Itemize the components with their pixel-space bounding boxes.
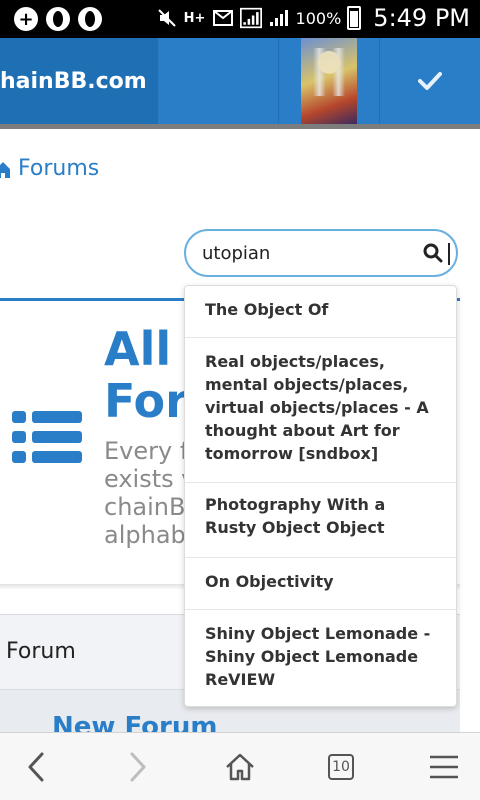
hplus-signal-icon: H+ xyxy=(183,10,206,26)
search-input[interactable] xyxy=(202,239,422,267)
chevron-left-icon xyxy=(28,752,44,782)
suggestion-item[interactable]: The Object Of xyxy=(185,286,456,338)
breadcrumb-forums-link[interactable]: Forums xyxy=(18,156,99,181)
chevron-right-icon xyxy=(130,752,146,782)
status-right-icons: H+ 100% 5:49 PM xyxy=(156,4,470,32)
forward-button[interactable] xyxy=(116,747,160,787)
search-box[interactable] xyxy=(184,229,458,277)
list-icon xyxy=(12,411,82,470)
hamburger-menu-icon xyxy=(430,755,458,779)
battery-percent: 100% xyxy=(295,8,342,28)
tabs-count: 10 xyxy=(328,754,354,780)
home-icon xyxy=(0,159,10,179)
signal-icon xyxy=(268,7,290,29)
plus-circle-icon: + xyxy=(14,7,38,31)
back-button[interactable] xyxy=(14,747,58,787)
check-button[interactable] xyxy=(380,38,480,124)
avatar xyxy=(301,38,357,124)
home-icon xyxy=(226,753,254,781)
site-name-link[interactable]: hainBB.com xyxy=(0,38,158,124)
column-header-forum: Forum xyxy=(6,639,76,664)
user-avatar-button[interactable] xyxy=(278,38,380,124)
message-icon xyxy=(212,7,234,29)
status-left-icons: + xyxy=(14,7,102,31)
suggestion-item[interactable]: On Objectivity xyxy=(185,558,456,610)
opera-icon xyxy=(46,7,70,31)
clock: 5:49 PM xyxy=(373,4,470,32)
menu-button[interactable] xyxy=(422,747,466,787)
suggestion-item[interactable]: Photography With a Rusty Object Object xyxy=(185,483,456,558)
suggestion-item[interactable]: Shiny Object Lemonade - Shiny Object Lem… xyxy=(185,610,456,706)
status-bar: + H+ 100% 5:49 PM xyxy=(0,0,480,38)
text-caret xyxy=(448,243,450,265)
home-button[interactable] xyxy=(218,747,262,787)
breadcrumb[interactable]: Forums xyxy=(0,156,99,181)
tabs-button[interactable]: 10 xyxy=(319,747,363,787)
browser-bottom-nav: 10 xyxy=(0,732,480,800)
suggestion-item[interactable]: Real objects/places, mental objects/plac… xyxy=(185,338,456,483)
search-icon[interactable] xyxy=(422,242,444,264)
mute-icon xyxy=(156,7,178,29)
app-header: hainBB.com xyxy=(0,38,480,124)
battery-icon xyxy=(347,6,362,30)
signal-icon xyxy=(239,7,262,29)
screen: + H+ 100% 5:49 PM hainBB.com Forums All … xyxy=(0,0,480,800)
opera-icon xyxy=(78,7,102,31)
header-divider xyxy=(0,124,480,129)
search-suggestions: The Object Of Real objects/places, menta… xyxy=(184,285,457,707)
check-icon xyxy=(418,72,442,90)
